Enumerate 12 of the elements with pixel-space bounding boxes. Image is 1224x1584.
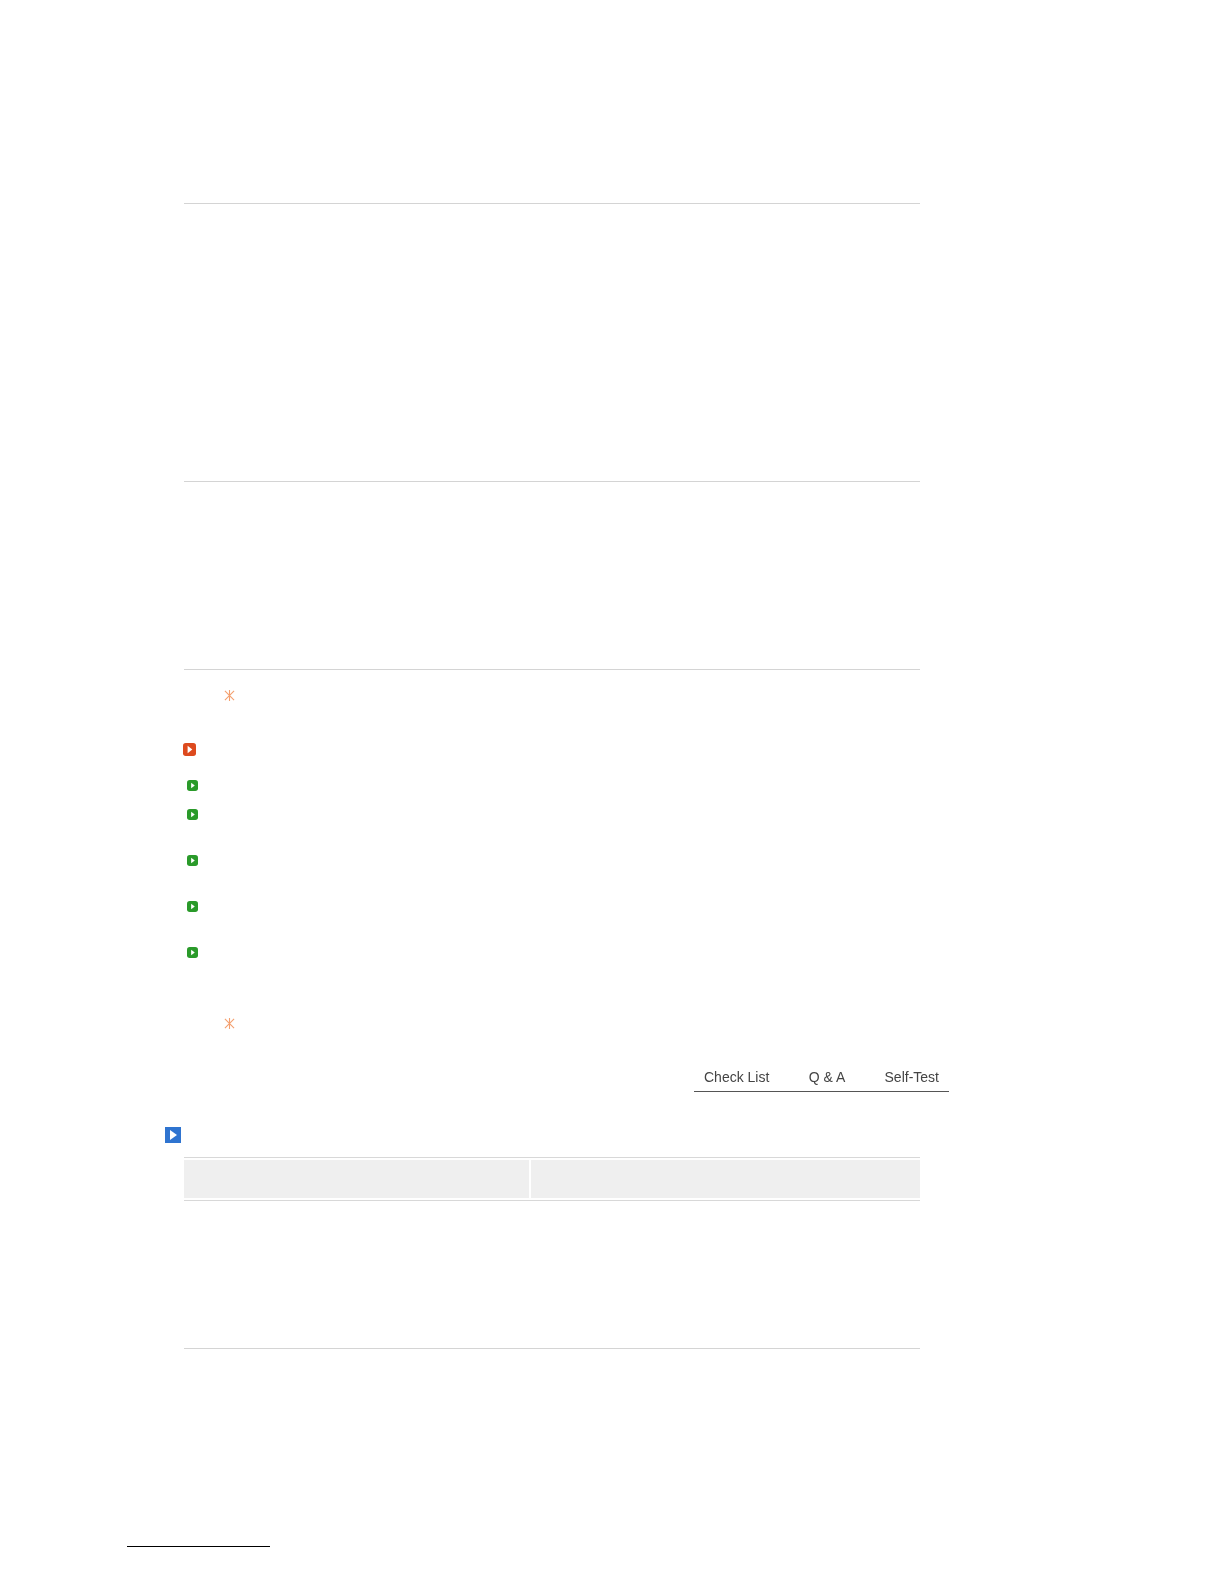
tab[interactable]: Q & A (798, 1069, 856, 1085)
play-icon (165, 1127, 181, 1143)
tab[interactable]: Check List (694, 1069, 780, 1085)
tab[interactable]: Self-Test (874, 1069, 949, 1085)
play-icon (183, 743, 196, 756)
play-icon (187, 901, 198, 912)
play-icon (187, 780, 198, 791)
play-icon (187, 855, 198, 866)
asterisk-icon (224, 1018, 235, 1029)
asterisk-icon (224, 690, 235, 701)
play-icon (187, 947, 198, 958)
play-icon (187, 809, 198, 820)
